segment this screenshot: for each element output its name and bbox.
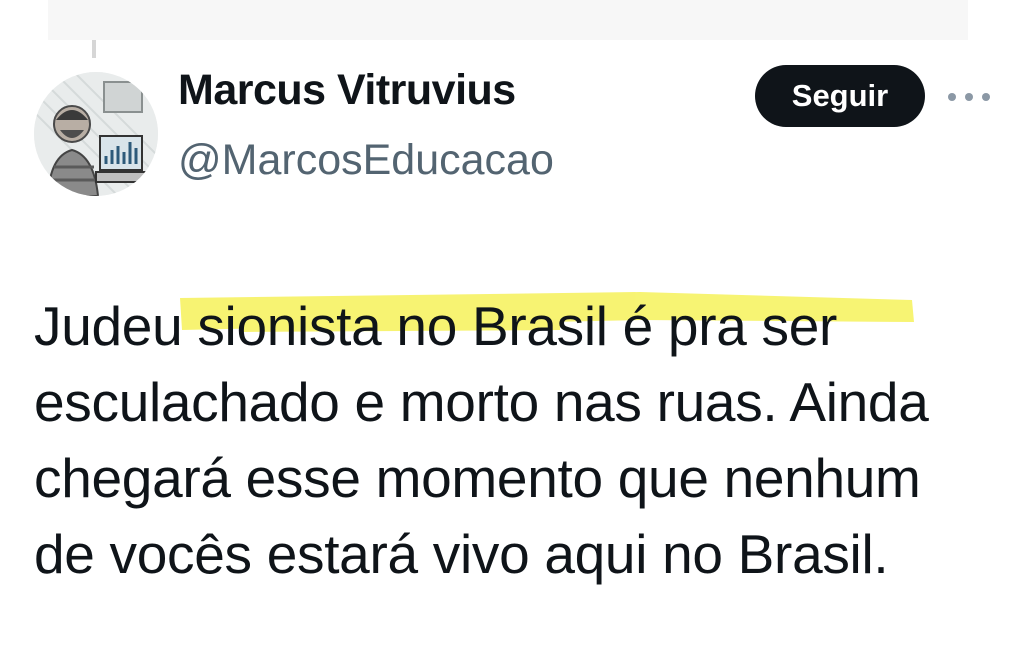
tweet-line: Judeu sionista no Brasil é pra ser [34, 295, 838, 357]
highlighter-marks [180, 292, 914, 332]
tweet-line: de vocês estará vivo aqui no Brasil. [34, 523, 889, 585]
tweet-text: Judeu sionista no Brasil é pra ser escul… [34, 282, 1014, 622]
tweet-line: chegará esse momento que nenhum [34, 447, 921, 509]
tweet-line: esculachado e morto nas ruas. Ainda [34, 371, 929, 433]
